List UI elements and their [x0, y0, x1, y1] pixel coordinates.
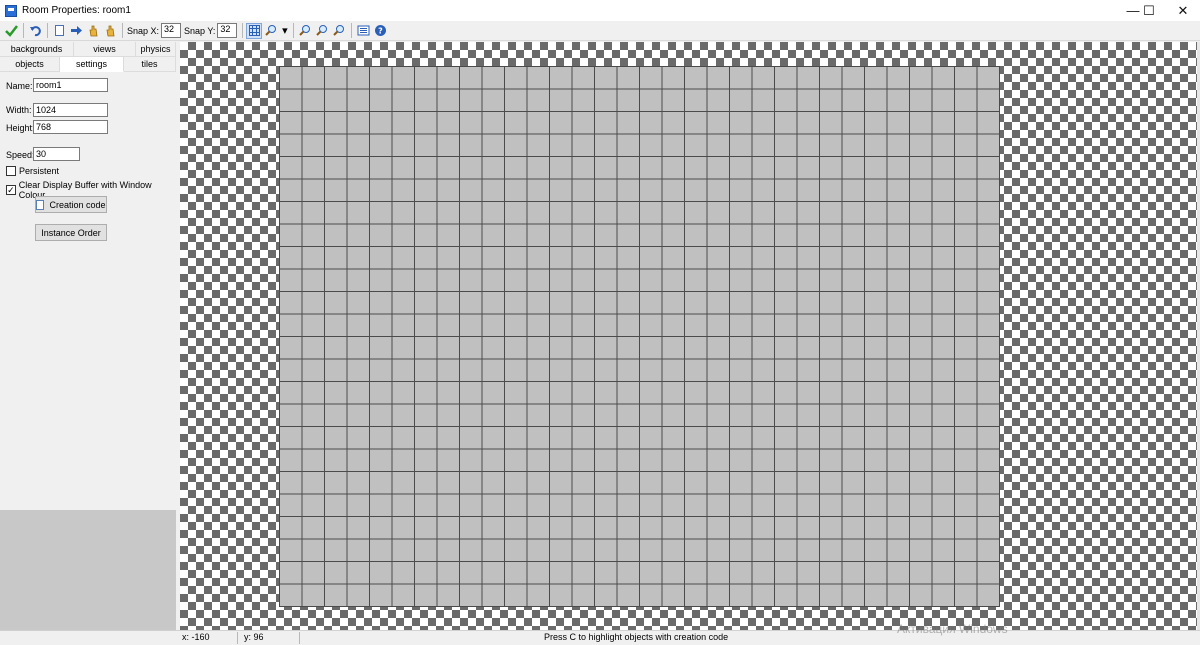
- status-y: y: 96: [244, 632, 264, 642]
- height-field[interactable]: 768: [33, 120, 108, 134]
- toolbar-separator: [23, 23, 24, 38]
- help-icon[interactable]: ?: [372, 23, 388, 39]
- undo-icon[interactable]: [27, 23, 43, 39]
- name-label: Name:: [6, 81, 33, 91]
- properties-panel: backgrounds views physics objects settin…: [0, 42, 176, 510]
- persistent-label: Persistent: [19, 166, 60, 176]
- grid-icon[interactable]: [246, 22, 263, 39]
- window-title: Room Properties: room1: [22, 5, 131, 16]
- snap-y-label: Snap Y:: [184, 25, 216, 36]
- width-field[interactable]: 1024: [33, 103, 108, 117]
- snap-x-input[interactable]: 32: [161, 23, 182, 38]
- tab-views[interactable]: views: [74, 42, 136, 57]
- toolbar: Snap X: 32 Snap Y: 32 ▾ ?: [0, 21, 1200, 41]
- close-button[interactable]: ✕: [1166, 0, 1200, 21]
- status-bar: x: -160 y: 96 Press C to highlight objec…: [0, 630, 1200, 644]
- creation-code-button[interactable]: Creation code: [35, 196, 107, 213]
- status-divider: [299, 632, 300, 644]
- zoom-icon[interactable]: [263, 23, 279, 39]
- toolbar-separator: [351, 23, 353, 38]
- svg-text:?: ?: [378, 27, 383, 36]
- toolbar-separator: [293, 23, 295, 38]
- snap-x-label: Snap X:: [127, 25, 160, 36]
- snap-y-input[interactable]: 32: [217, 23, 238, 38]
- chevron-down-icon[interactable]: ▾: [280, 23, 289, 39]
- maximize-button[interactable]: ☐: [1132, 0, 1166, 21]
- tab-physics[interactable]: physics: [136, 42, 176, 57]
- persistent-checkbox[interactable]: [6, 166, 16, 176]
- tab-row-top: backgrounds views physics: [0, 42, 176, 57]
- width-label: Width:: [6, 105, 32, 115]
- windows-activation-watermark: Активация Windows: [897, 622, 1008, 636]
- status-hint: Press C to highlight objects with creati…: [544, 632, 729, 642]
- status-x: x: -160: [182, 632, 210, 642]
- document-icon: [36, 199, 45, 210]
- tab-tiles[interactable]: tiles: [124, 57, 176, 72]
- creation-code-label: Creation code: [49, 199, 106, 210]
- speed-field[interactable]: 30: [33, 147, 80, 161]
- instance-order-button[interactable]: Instance Order: [35, 224, 107, 241]
- left-panel-empty-area: [0, 510, 176, 630]
- tab-row-bottom: objects settings tiles: [0, 57, 176, 72]
- room-grid[interactable]: [279, 66, 1000, 607]
- toolbar-separator: [122, 23, 123, 38]
- title-bar: Room Properties: room1 — ☐ ✕: [0, 0, 1200, 21]
- clear-buffer-checkbox[interactable]: ✓: [6, 185, 16, 195]
- zoom-out-icon[interactable]: [331, 23, 347, 39]
- height-label: Height:: [6, 123, 35, 133]
- tab-objects[interactable]: objects: [0, 57, 60, 72]
- ok-check-icon[interactable]: [3, 23, 19, 39]
- toolbar-separator: [242, 23, 244, 38]
- hand-icon[interactable]: [85, 23, 101, 39]
- name-field[interactable]: room1: [33, 78, 108, 92]
- hand-icon-2[interactable]: [102, 23, 118, 39]
- arrow-right-icon[interactable]: [68, 23, 84, 39]
- room-canvas[interactable]: [180, 42, 1200, 630]
- tab-backgrounds[interactable]: backgrounds: [0, 42, 74, 57]
- settings-list-icon[interactable]: [355, 23, 371, 39]
- zoom-reset-icon[interactable]: [314, 23, 330, 39]
- speed-label: Speed:: [6, 150, 35, 160]
- app-icon: [5, 4, 17, 17]
- tab-settings[interactable]: settings: [60, 57, 124, 72]
- new-document-icon[interactable]: [51, 23, 67, 39]
- toolbar-separator: [47, 23, 48, 38]
- status-divider: [237, 632, 238, 644]
- persistent-row[interactable]: Persistent: [6, 166, 59, 176]
- zoom-in-icon[interactable]: [297, 23, 313, 39]
